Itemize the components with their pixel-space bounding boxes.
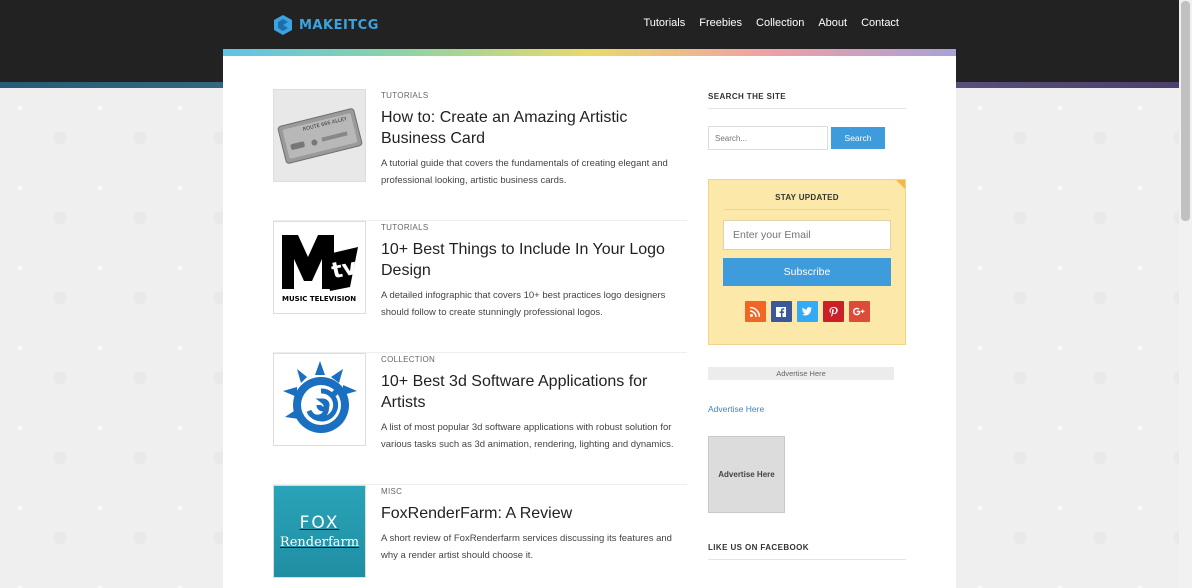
facebook-icon[interactable] xyxy=(770,301,792,322)
post-excerpt: A tutorial guide that covers the fundame… xyxy=(381,158,668,186)
facebook-widget-title: LIKE US ON FACEBOOK xyxy=(708,543,906,560)
search-button[interactable]: Search xyxy=(831,127,885,149)
fox-renderfarm-logo-line2: Renderfarm xyxy=(279,535,360,550)
advertise-link[interactable]: Advertise Here xyxy=(708,404,906,414)
subscribe-button[interactable]: Subscribe xyxy=(723,258,891,286)
search-input[interactable] xyxy=(708,126,828,150)
post-category[interactable]: MISC xyxy=(381,487,689,496)
advertise-strip[interactable]: Advertise Here xyxy=(708,367,894,380)
post-excerpt: A list of most popular 3d software appli… xyxy=(381,422,674,450)
nav-item-tutorials[interactable]: Tutorials xyxy=(643,17,685,29)
post-thumbnail[interactable]: FOX Renderfarm xyxy=(273,485,366,578)
sidebar: SEARCH THE SITE Search STAY UPDATED Subs… xyxy=(708,89,906,560)
nav-item-contact[interactable]: Contact xyxy=(861,17,899,29)
thumb-mtv-text: MUSIC TELEVISION xyxy=(282,295,356,303)
post-excerpt: A short review of FoxRenderfarm services… xyxy=(381,533,672,561)
page-scrollbar[interactable] xyxy=(1179,0,1192,588)
corner-fold xyxy=(896,180,905,189)
post-list: ROUTE 666 ALLEY TUTORIALS How to: Create… xyxy=(273,89,687,588)
main-nav: Tutorials Freebies Collection About Cont… xyxy=(643,17,899,29)
mtv-logo-icon: tv MUSIC TELEVISION xyxy=(281,234,359,303)
post-thumbnail[interactable]: tv MUSIC TELEVISION xyxy=(273,221,366,314)
google-plus-icon[interactable] xyxy=(848,301,870,322)
logo-text: MAKEITCG xyxy=(299,17,379,33)
rainbow-stripe xyxy=(223,49,956,56)
post-thumbnail[interactable]: ROUTE 666 ALLEY xyxy=(273,89,366,182)
post-title[interactable]: How to: Create an Amazing Artistic Busin… xyxy=(381,107,689,149)
blue-swirl-creature-icon xyxy=(282,360,357,433)
fox-renderfarm-logo-line1: FOX xyxy=(299,513,340,533)
post-category[interactable]: COLLECTION xyxy=(381,355,689,364)
post-title[interactable]: 10+ Best Things to Include In Your Logo … xyxy=(381,239,689,281)
search-form: Search xyxy=(708,126,906,150)
post-item: COLLECTION 10+ Best 3d Software Applicat… xyxy=(273,353,687,485)
rss-icon[interactable] xyxy=(744,301,766,322)
site-logo[interactable]: MAKEITCG xyxy=(273,14,379,36)
post-item: tv MUSIC TELEVISION TUTORIALS 10+ Best T… xyxy=(273,221,687,353)
nav-item-about[interactable]: About xyxy=(818,17,847,29)
post-item: FOX Renderfarm MISC FoxRenderFarm: A Rev… xyxy=(273,485,687,588)
email-field[interactable] xyxy=(723,220,891,250)
twitter-icon[interactable] xyxy=(796,301,818,322)
post-category[interactable]: TUTORIALS xyxy=(381,223,689,232)
scrollbar-thumb[interactable] xyxy=(1181,1,1190,221)
post-title[interactable]: FoxRenderFarm: A Review xyxy=(381,503,689,524)
post-excerpt: A detailed infographic that covers 10+ b… xyxy=(381,290,666,318)
post-thumbnail[interactable] xyxy=(273,353,366,446)
post-item: ROUTE 666 ALLEY TUTORIALS How to: Create… xyxy=(273,89,687,221)
search-widget-title: SEARCH THE SITE xyxy=(708,92,906,109)
subscribe-title: STAY UPDATED xyxy=(724,193,890,210)
nav-item-collection[interactable]: Collection xyxy=(756,17,804,29)
logo-mark-icon xyxy=(274,15,292,35)
nav-item-freebies[interactable]: Freebies xyxy=(699,17,742,29)
subscribe-widget: STAY UPDATED Subscribe xyxy=(708,179,906,345)
advertise-box[interactable]: Advertise Here xyxy=(708,436,785,513)
social-links xyxy=(709,301,905,322)
post-category[interactable]: TUTORIALS xyxy=(381,91,689,100)
content-container: ROUTE 666 ALLEY TUTORIALS How to: Create… xyxy=(223,49,956,588)
post-title[interactable]: 10+ Best 3d Software Applications for Ar… xyxy=(381,371,689,413)
pinterest-icon[interactable] xyxy=(822,301,844,322)
metal-business-card-icon: ROUTE 666 ALLEY xyxy=(277,107,362,164)
